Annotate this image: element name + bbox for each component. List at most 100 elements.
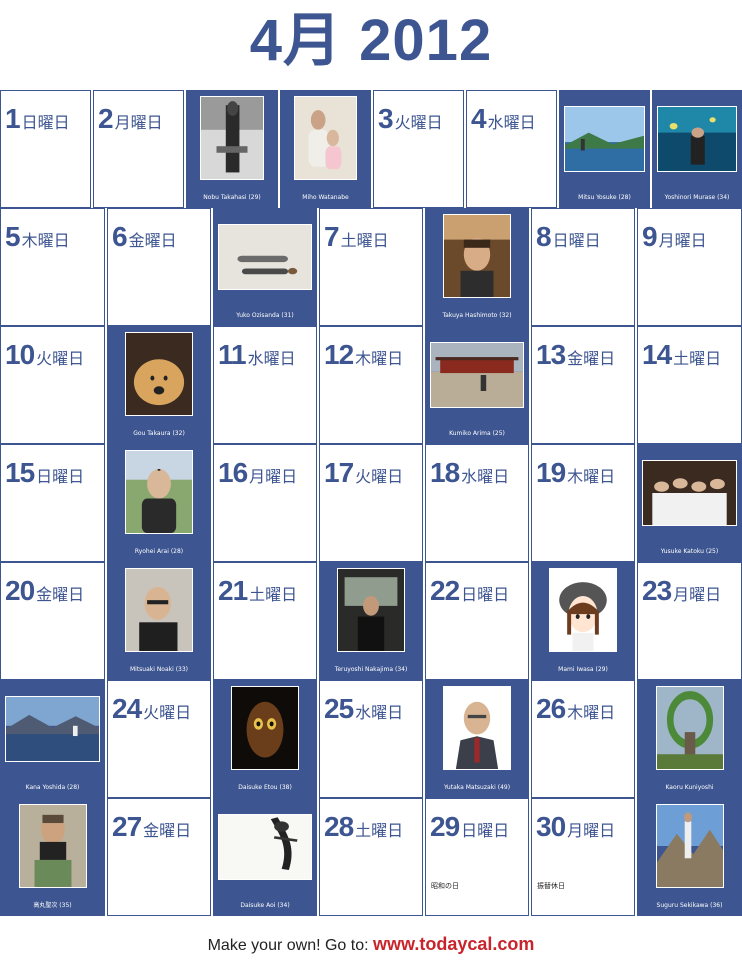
day-label: 19 木曜日	[536, 457, 615, 489]
day-label: 6 金曜日	[112, 221, 177, 253]
day-label: 9 月曜日	[642, 221, 707, 253]
person-photo	[430, 342, 524, 408]
calendar-day-cell: 7 土曜日	[319, 208, 423, 326]
person-photo	[656, 686, 724, 770]
day-number: 6	[112, 221, 128, 252]
weekday-name: 水曜日	[487, 113, 536, 132]
photo-cell: Mitsuaki Noaki (33)	[107, 562, 211, 680]
photo-caption: Yutaka Matsuzaki (49)	[443, 784, 511, 791]
weekday-name: 木曜日	[355, 349, 404, 368]
weekday-name: 水曜日	[247, 349, 296, 368]
photo-image	[201, 97, 263, 179]
calendar-day-cell: 28 土曜日	[319, 798, 423, 916]
weekday-name: 金曜日	[143, 821, 192, 840]
day-number: 14	[642, 339, 672, 370]
person-photo	[337, 568, 405, 652]
day-number: 3	[378, 103, 394, 134]
person-photo	[5, 696, 100, 762]
day-number: 4	[471, 103, 487, 134]
calendar-day-cell: 24 火曜日	[107, 680, 211, 798]
holiday-label: 昭和の日	[431, 882, 459, 890]
calendar-day-cell: 21 土曜日	[213, 562, 317, 680]
day-label: 18 水曜日	[430, 457, 509, 489]
day-label: 13 金曜日	[536, 339, 615, 371]
photo-cell: Teruyoshi Nakajima (34)	[319, 562, 423, 680]
weekday-name: 月曜日	[567, 821, 616, 840]
day-number: 24	[112, 693, 142, 724]
photo-cell: Daisuke Aoi (34)	[213, 798, 317, 916]
weekday-name: 火曜日	[355, 467, 404, 486]
photo-caption: Gou Takaura (32)	[133, 430, 185, 437]
day-label: 25 水曜日	[324, 693, 403, 725]
photo-image	[232, 687, 298, 769]
calendar-day-cell: 8 日曜日	[531, 208, 635, 326]
photo-caption: 高丸聖次 (35)	[33, 902, 72, 909]
weekday-name: 火曜日	[36, 349, 85, 368]
photo-caption: Kaoru Kuniyoshi	[665, 784, 714, 791]
person-photo	[125, 568, 193, 652]
calendar-day-cell: 10 火曜日	[0, 326, 105, 444]
calendar-day-cell: 17 火曜日	[319, 444, 423, 562]
day-number: 19	[536, 457, 566, 488]
photo-image	[126, 333, 192, 415]
day-number: 29	[430, 811, 460, 842]
person-photo	[200, 96, 264, 180]
photo-cell: 高丸聖次 (35)	[0, 798, 105, 916]
day-label: 5 木曜日	[5, 221, 70, 253]
weekday-name: 水曜日	[355, 703, 404, 722]
photo-cell: Daisuke Etou (38)	[213, 680, 317, 798]
photo-cell: Yuko Ozisanda (31)	[213, 208, 317, 326]
photo-image	[643, 461, 736, 525]
day-number: 1	[5, 103, 21, 134]
day-number: 5	[5, 221, 21, 252]
photo-caption: Nobu Takahasi (29)	[203, 194, 261, 201]
day-number: 30	[536, 811, 566, 842]
calendar-day-cell: 3 火曜日	[373, 90, 464, 208]
calendar-day-cell: 6 金曜日	[107, 208, 211, 326]
footer: Make your own! Go to: www.todaycal.com	[0, 932, 742, 958]
photo-cell: Kumiko Arima (25)	[425, 326, 529, 444]
photo-cell: Takuya Hashimoto (32)	[425, 208, 529, 326]
todaycal-link[interactable]: www.todaycal.com	[373, 934, 534, 954]
photo-caption: Teruyoshi Nakajima (34)	[334, 666, 408, 673]
photo-caption: Yoshinori Murase (34)	[664, 194, 730, 201]
photo-caption: Takuya Hashimoto (32)	[442, 312, 512, 319]
calendar-day-cell: 18 水曜日	[425, 444, 529, 562]
person-photo	[657, 106, 737, 172]
photo-cell: Kaoru Kuniyoshi	[637, 680, 742, 798]
person-photo	[218, 224, 312, 290]
photo-image	[657, 805, 723, 887]
calendar-day-cell: 9 月曜日	[637, 208, 742, 326]
weekday-name: 月曜日	[658, 231, 707, 250]
day-number: 8	[536, 221, 552, 252]
day-label: 21 土曜日	[218, 575, 297, 607]
weekday-name: 土曜日	[340, 231, 389, 250]
photo-image	[431, 343, 523, 407]
weekday-name: 水曜日	[461, 467, 510, 486]
day-label: 29 日曜日	[430, 811, 509, 843]
calendar-day-cell: 15 日曜日	[0, 444, 105, 562]
person-photo	[294, 96, 357, 180]
calendar-day-cell: 25 水曜日	[319, 680, 423, 798]
weekday-name: 日曜日	[552, 231, 601, 250]
day-label: 8 日曜日	[536, 221, 601, 253]
photo-image	[565, 107, 644, 171]
weekday-name: 土曜日	[355, 821, 404, 840]
day-label: 26 木曜日	[536, 693, 615, 725]
weekday-name: 月曜日	[673, 585, 722, 604]
calendar-day-cell: 20 金曜日	[0, 562, 105, 680]
photo-caption: Ryohei Arai (28)	[134, 548, 184, 555]
photo-image	[126, 569, 192, 651]
day-number: 28	[324, 811, 354, 842]
day-number: 10	[5, 339, 35, 370]
person-photo	[125, 450, 193, 534]
calendar-title: 4月 2012	[249, 8, 493, 73]
day-number: 15	[5, 457, 35, 488]
day-number: 2	[98, 103, 114, 134]
person-photo	[231, 686, 299, 770]
person-photo	[656, 804, 724, 888]
photo-cell: Kana Yoshida (28)	[0, 680, 105, 798]
weekday-name: 土曜日	[249, 585, 298, 604]
photo-image	[338, 569, 404, 651]
calendar-day-cell: 12 木曜日	[319, 326, 423, 444]
